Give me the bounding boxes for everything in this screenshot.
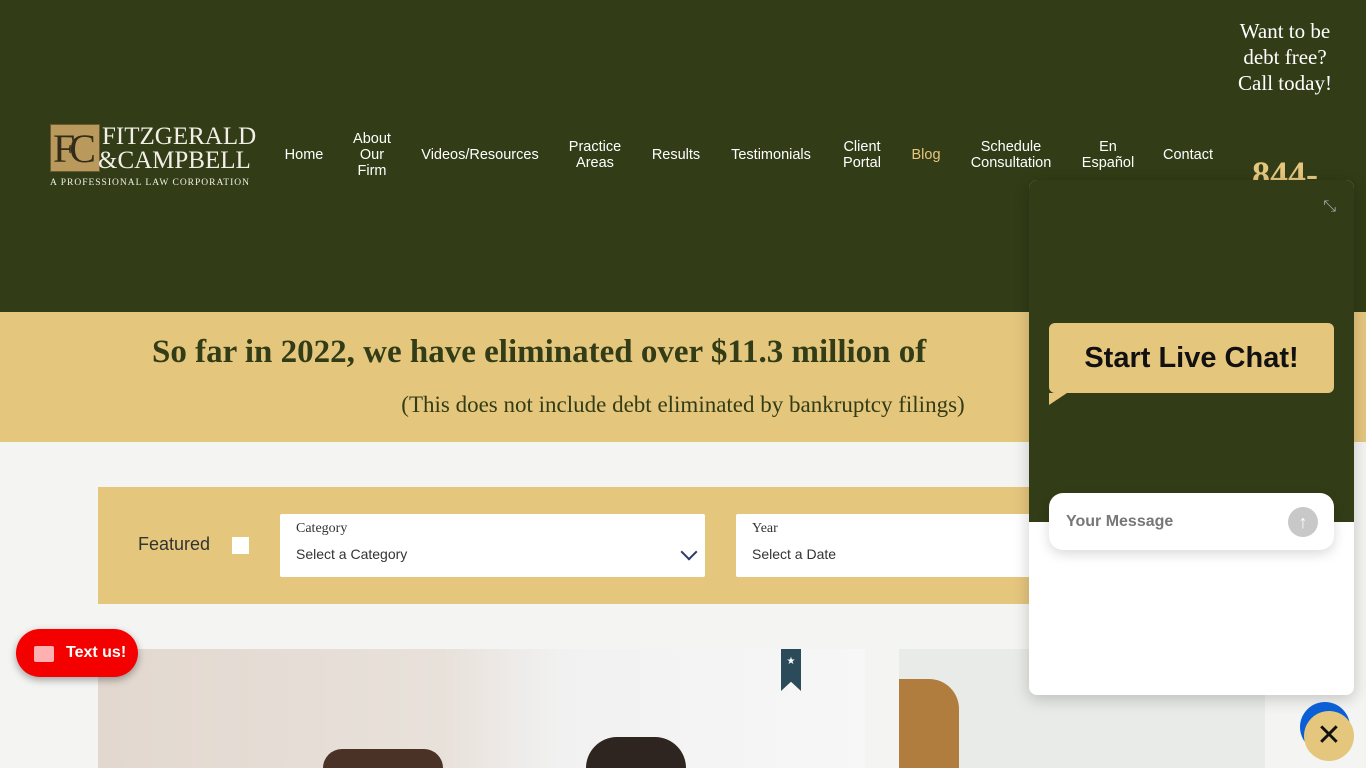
- logo[interactable]: FC FITZGERALD &CAMPBELL A PROFESSIONAL L…: [50, 124, 260, 190]
- phone-link[interactable]: 844-: [1238, 154, 1332, 180]
- text-us-button[interactable]: Text us!: [16, 629, 138, 677]
- logo-line2: &CAMPBELL: [98, 147, 251, 174]
- start-live-chat-button[interactable]: Start Live Chat!: [1049, 323, 1334, 405]
- banner-headline: So far in 2022, we have eliminated over …: [152, 334, 927, 370]
- nav-schedule[interactable]: Schedule Consultation: [971, 139, 1052, 171]
- logo-mark: FC: [50, 124, 100, 172]
- coffee-image: [899, 679, 959, 768]
- category-value: Select a Category: [296, 546, 408, 562]
- nav-contact[interactable]: Contact: [1163, 147, 1213, 163]
- year-label: Year: [752, 521, 778, 536]
- person-image: [323, 749, 443, 768]
- nav-testimonials[interactable]: Testimonials: [731, 147, 811, 163]
- nav-videos[interactable]: Videos/Resources: [421, 147, 538, 163]
- featured-star-icon: ★: [781, 649, 801, 691]
- message-placeholder: Your Message: [1066, 513, 1174, 530]
- category-select[interactable]: Category Select a Category: [280, 514, 705, 577]
- nav-home[interactable]: Home: [285, 147, 324, 163]
- nav-practice-areas[interactable]: Practice Areas: [569, 139, 621, 171]
- category-label: Category: [296, 521, 348, 536]
- featured-label: Featured: [138, 534, 211, 554]
- text-us-label: Text us!: [66, 644, 127, 661]
- nav-blog[interactable]: Blog: [911, 147, 940, 163]
- featured-checkbox[interactable]: [232, 537, 249, 554]
- logo-line1: FITZGERALD: [102, 123, 257, 150]
- minimize-icon[interactable]: ⤡: [1323, 198, 1336, 216]
- nav-results[interactable]: Results: [652, 147, 700, 163]
- chat-bubble-icon: [34, 646, 54, 662]
- close-icon[interactable]: ✕: [1304, 711, 1354, 761]
- send-arrow-icon[interactable]: ↑: [1288, 507, 1318, 537]
- cta-text: Want to be debt free? Call today!: [1238, 19, 1332, 95]
- nav-espanol[interactable]: En Español: [1082, 139, 1134, 171]
- nav-client-portal[interactable]: Client Portal: [843, 139, 881, 171]
- chat-message-input[interactable]: Your Message ↑: [1049, 493, 1334, 550]
- logo-tagline: A PROFESSIONAL LAW CORPORATION: [50, 178, 250, 188]
- chevron-down-icon: [680, 543, 698, 561]
- person-image: [586, 737, 686, 768]
- blog-card-image[interactable]: ★: [98, 649, 865, 768]
- live-chat-widget: ⤡ Start Live Chat! Your Message ↑: [1029, 180, 1354, 695]
- year-value: Select a Date: [752, 546, 837, 562]
- nav-about[interactable]: About Our Firm: [353, 131, 391, 179]
